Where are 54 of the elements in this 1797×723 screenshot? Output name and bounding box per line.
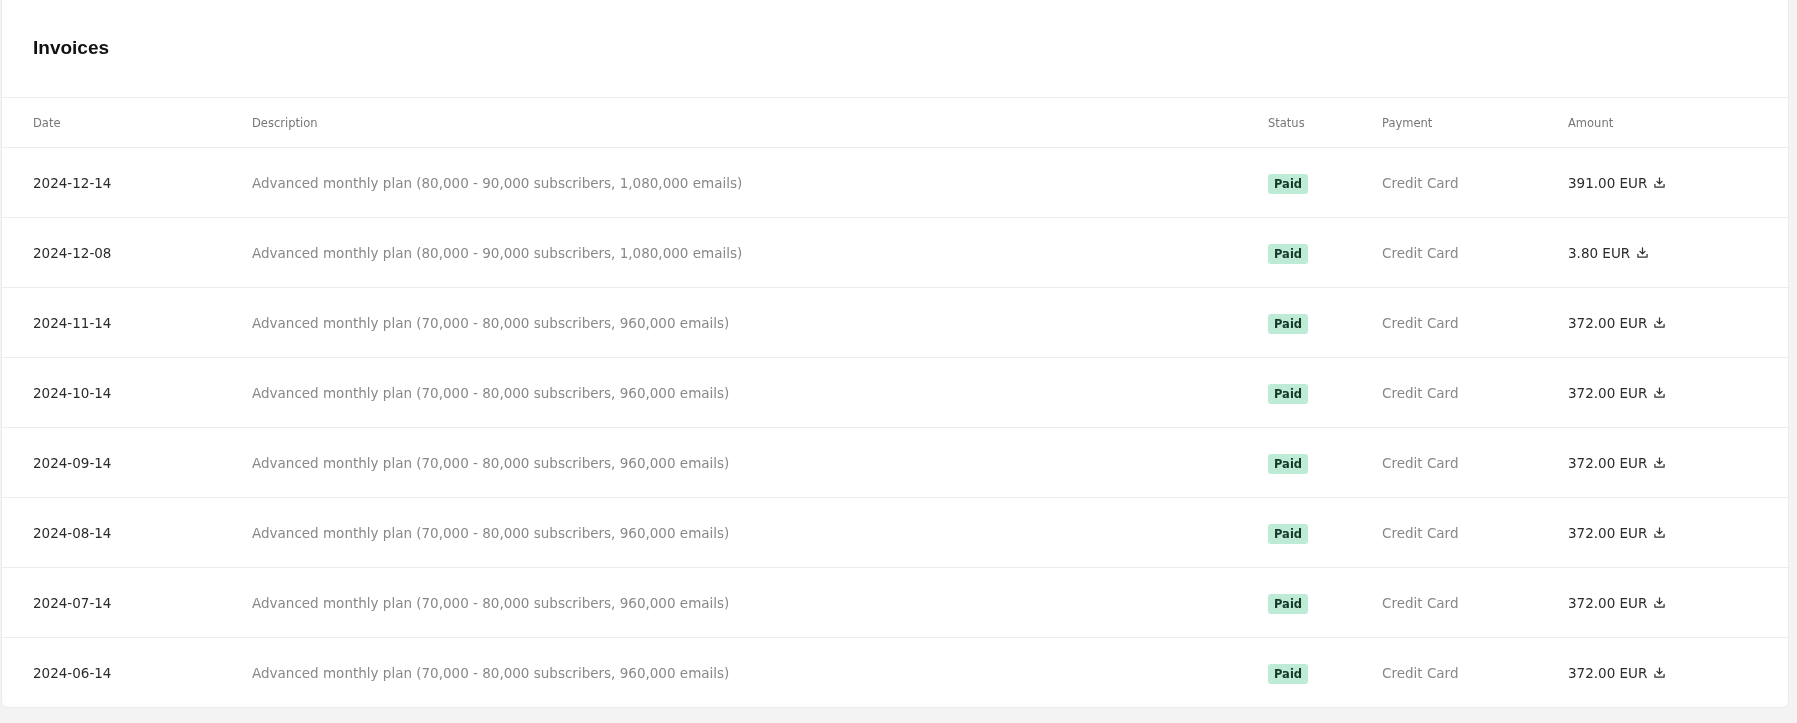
date-cell-text: 2024-09-14 — [33, 454, 113, 471]
amount-cell: 372.00 EUR — [1568, 594, 1648, 611]
column-header: Amount — [1568, 115, 1615, 130]
payment-cell-text: Credit Card — [1382, 594, 1460, 611]
date-cell-text: 2024-10-14 — [33, 384, 113, 401]
card-title: Invoices — [2, 0, 1788, 98]
status-badge: Paid — [1268, 173, 1309, 194]
payment-cell-text: Credit Card — [1382, 244, 1460, 261]
download-icon[interactable] — [1654, 177, 1666, 188]
date-cell-text: 2024-12-08 — [33, 244, 113, 261]
status-badge: Paid — [1268, 453, 1309, 474]
status-badge: Paid — [1268, 523, 1309, 544]
download-icon[interactable] — [1654, 527, 1666, 538]
download-icon[interactable] — [1654, 387, 1666, 398]
date-cell-text: 2024-11-14 — [33, 314, 113, 331]
amount-cell: 372.00 EUR — [1568, 384, 1648, 401]
description-cell-text: Advanced monthly plan (70,000 - 80,000 subscribers, 960,000 emails) — [252, 314, 731, 331]
description-cell-text: Advanced monthly plan (70,000 - 80,000 subscribers, 960,000 emails) — [252, 524, 731, 541]
payment-cell-text: Credit Card — [1382, 174, 1460, 191]
download-icon[interactable] — [1654, 667, 1666, 678]
payment-cell-text: Credit Card — [1382, 314, 1460, 331]
amount-cell: 3.80 EUR — [1568, 244, 1631, 261]
status-badge: Paid — [1268, 383, 1309, 404]
description-cell-text: Advanced monthly plan (70,000 - 80,000 subscribers, 960,000 emails) — [252, 594, 731, 611]
download-icon[interactable] — [1654, 317, 1666, 328]
date-cell-text: 2024-07-14 — [33, 594, 113, 611]
payment-cell-text: Credit Card — [1382, 664, 1460, 681]
payment-cell-text: Credit Card — [1382, 454, 1460, 471]
column-header: Status — [1268, 115, 1306, 130]
download-icon[interactable] — [1654, 457, 1666, 468]
amount-cell: 372.00 EUR — [1568, 454, 1648, 471]
download-icon[interactable] — [1637, 247, 1649, 258]
column-header: Date — [33, 115, 62, 130]
status-badge: Paid — [1268, 313, 1309, 334]
column-header: Payment — [1382, 115, 1434, 130]
amount-cell: 372.00 EUR — [1568, 664, 1648, 681]
amount-cell: 391.00 EUR — [1568, 174, 1648, 191]
description-cell-text: Advanced monthly plan (70,000 - 80,000 subscribers, 960,000 emails) — [252, 384, 731, 401]
column-header: Description — [252, 115, 319, 130]
date-cell-text: 2024-12-14 — [33, 174, 113, 191]
status-badge: Paid — [1268, 663, 1309, 684]
status-badge: Paid — [1268, 243, 1309, 264]
download-icon[interactable] — [1654, 597, 1666, 608]
description-cell-text: Advanced monthly plan (70,000 - 80,000 subscribers, 960,000 emails) — [252, 454, 731, 471]
status-badge: Paid — [1268, 593, 1309, 614]
description-cell-text: Advanced monthly plan (80,000 - 90,000 subscribers, 1,080,000 emails) — [252, 244, 744, 261]
amount-cell: 372.00 EUR — [1568, 314, 1648, 331]
date-cell-text: 2024-06-14 — [33, 664, 113, 681]
description-cell-text: Advanced monthly plan (80,000 - 90,000 subscribers, 1,080,000 emails) — [252, 174, 744, 191]
date-cell-text: 2024-08-14 — [33, 524, 113, 541]
description-cell-text: Advanced monthly plan (70,000 - 80,000 subscribers, 960,000 emails) — [252, 664, 731, 681]
amount-cell: 372.00 EUR — [1568, 524, 1648, 541]
payment-cell-text: Credit Card — [1382, 384, 1460, 401]
payment-cell-text: Credit Card — [1382, 524, 1460, 541]
